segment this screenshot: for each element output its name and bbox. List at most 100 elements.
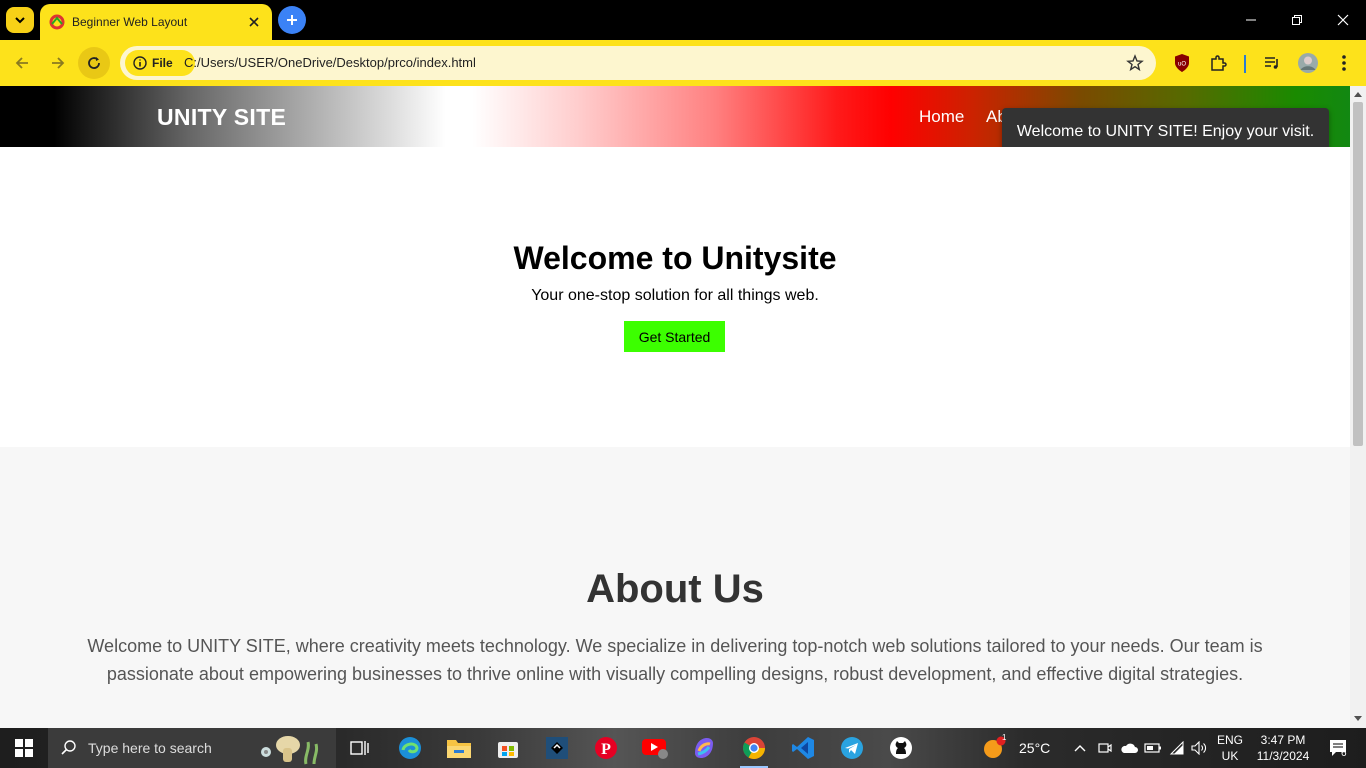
folder-icon <box>447 740 471 758</box>
about-title: About Us <box>586 567 764 611</box>
battery-icon <box>1144 743 1161 753</box>
close-window-button[interactable] <box>1320 0 1366 40</box>
taskbar-app-blue[interactable] <box>533 728 581 768</box>
chevron-down-icon <box>15 17 25 24</box>
address-bar[interactable]: File C:/Users/USER/OneDrive/Desktop/prco… <box>120 46 1156 80</box>
taskbar-vscode[interactable] <box>779 728 827 768</box>
search-highlight-mushroom-icon <box>260 736 318 765</box>
restore-button[interactable] <box>1274 0 1320 40</box>
youtube-icon <box>642 739 668 759</box>
close-icon <box>249 17 259 27</box>
reload-icon <box>88 57 100 69</box>
taskbar-telegram[interactable] <box>828 728 876 768</box>
taskbar-copilot[interactable] <box>680 728 728 768</box>
taskbar-youtube[interactable] <box>631 728 679 768</box>
get-started-button[interactable]: Get Started <box>624 321 725 352</box>
profile-avatar-button[interactable] <box>1296 51 1320 75</box>
media-controls-button[interactable] <box>1260 51 1284 75</box>
notification-center-button[interactable]: 6 <box>1318 728 1358 768</box>
show-hidden-icons-button[interactable] <box>1068 728 1092 768</box>
start-button[interactable] <box>0 728 48 768</box>
tab-close-button[interactable] <box>244 12 264 32</box>
arrow-left-icon <box>15 57 28 69</box>
minimize-button[interactable] <box>1228 0 1274 40</box>
edge-icon <box>399 737 421 759</box>
taskbar-chrome[interactable] <box>730 728 778 768</box>
back-button[interactable] <box>6 47 38 79</box>
browser-menu-button[interactable] <box>1332 51 1356 75</box>
url-text[interactable]: C:/Users/USER/OneDrive/Desktop/prco/inde… <box>184 55 476 70</box>
weather-widget-icon[interactable] <box>976 728 1012 768</box>
reload-button[interactable] <box>78 47 110 79</box>
taskbar-microsoft-store[interactable] <box>484 728 532 768</box>
scroll-down-arrow-icon[interactable] <box>1354 716 1362 721</box>
close-icon <box>1337 14 1349 26</box>
scroll-up-arrow-icon[interactable] <box>1354 92 1362 97</box>
taskbar-edge[interactable] <box>386 728 434 768</box>
more-vertical-icon <box>1342 55 1346 71</box>
clock-date: 11/3/2024 <box>1256 749 1310 763</box>
search-icon <box>61 740 76 755</box>
task-view-icon <box>350 741 369 755</box>
task-view-button[interactable] <box>336 728 384 768</box>
page-viewport: UNITY SITE Home Ab Welcome to UNITY SITE… <box>0 86 1350 728</box>
github-icon <box>890 737 912 759</box>
battery-button[interactable] <box>1142 728 1164 768</box>
taskbar-clock[interactable]: 3:47 PM 11/3/2024 <box>1250 732 1316 764</box>
taskbar-search-placeholder: Type here to search <box>88 740 212 756</box>
tab-title: Beginner Web Layout <box>72 15 188 29</box>
scroll-thumb[interactable] <box>1353 102 1363 446</box>
app-tile-icon <box>546 737 568 759</box>
vscode-icon <box>792 737 814 759</box>
notification-count: 6 <box>1341 748 1347 759</box>
weather-badge: 1 <box>1002 733 1007 742</box>
taskbar-file-explorer[interactable] <box>435 728 483 768</box>
star-icon <box>1126 54 1144 72</box>
toolbar-divider <box>1244 55 1246 73</box>
about-section: About Us Welcome to UNITY SITE, where cr… <box>0 447 1350 728</box>
clock-time: 3:47 PM <box>1260 733 1306 747</box>
store-icon <box>498 742 518 758</box>
about-text: Welcome to UNITY SITE, where creativity … <box>87 636 1263 684</box>
restore-icon <box>1292 15 1302 25</box>
onedrive-button[interactable] <box>1118 728 1140 768</box>
region-code: UK <box>1221 749 1239 763</box>
weather-temperature[interactable]: 25°C <box>1019 740 1050 756</box>
camera-icon <box>1098 743 1112 753</box>
volume-button[interactable] <box>1188 728 1210 768</box>
chrome-icon <box>743 737 765 759</box>
chevron-up-icon <box>1074 745 1086 752</box>
copilot-icon <box>695 738 713 758</box>
taskbar-github[interactable] <box>877 728 925 768</box>
windows-logo-icon <box>15 739 33 757</box>
bookmark-star-button[interactable] <box>1126 54 1144 77</box>
tab-search-button[interactable] <box>6 7 34 33</box>
page-scrollbar[interactable] <box>1350 86 1366 728</box>
cloud-icon <box>1121 743 1138 753</box>
meet-now-button[interactable] <box>1094 728 1116 768</box>
hero-title: Welcome to Unitysite <box>513 240 837 276</box>
browser-titlebar: Beginner Web Layout <box>0 0 1366 40</box>
taskbar-pinterest[interactable]: P <box>582 728 630 768</box>
new-tab-button[interactable] <box>278 6 306 34</box>
minimize-icon <box>1246 19 1256 21</box>
url-chip-label: File <box>152 56 173 70</box>
site-brand[interactable]: UNITY SITE <box>157 104 286 131</box>
windows-taskbar: Type here to search P 1 25°C ENG UK 3:47… <box>0 728 1366 768</box>
hero-section: Welcome to Unitysite Your one-stop solut… <box>0 147 1350 447</box>
extensions-button[interactable] <box>1206 51 1230 75</box>
taskbar-search-box[interactable]: Type here to search <box>48 728 336 768</box>
svg-text:uO: uO <box>1178 62 1186 68</box>
ublock-extension-button[interactable]: uO <box>1170 51 1194 75</box>
media-queue-icon <box>1265 57 1278 69</box>
telegram-icon <box>841 737 863 759</box>
nav-link-home[interactable]: Home <box>919 107 964 127</box>
language-indicator[interactable]: ENG UK <box>1212 732 1248 764</box>
ublock-shield-icon: uO <box>1175 54 1189 72</box>
speaker-icon <box>1191 741 1206 755</box>
forward-button[interactable] <box>42 47 74 79</box>
puzzle-icon <box>1211 55 1227 71</box>
browser-tab[interactable]: Beginner Web Layout <box>40 4 272 40</box>
wifi-button[interactable] <box>1166 728 1188 768</box>
pinterest-icon: P <box>595 737 617 759</box>
